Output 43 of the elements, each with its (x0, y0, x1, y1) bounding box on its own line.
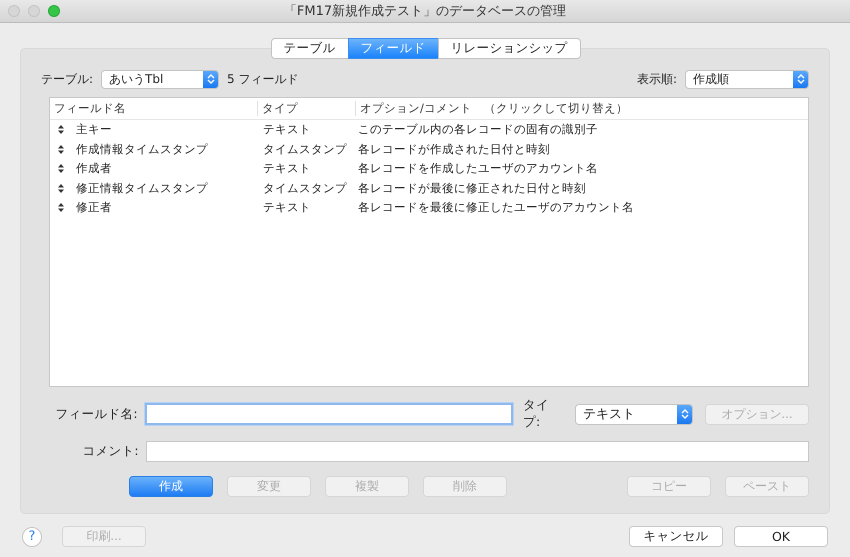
tab[interactable]: テーブル (270, 38, 348, 59)
table-label: テーブル: (41, 70, 94, 88)
field-name-label: フィールド名: (54, 406, 138, 422)
table-dropdown[interactable]: あいうTbl (101, 70, 220, 88)
table-cell: 作成者 (76, 161, 112, 176)
column-header[interactable]: オプション/コメント （クリックして切り替え） (356, 101, 808, 116)
footer-button[interactable]: OK (734, 526, 828, 547)
footer-button[interactable]: キャンセル (629, 526, 723, 547)
stepper-icon (677, 404, 692, 424)
window-title: 「FM17新規作成テスト」のデータベースの管理 (284, 3, 566, 20)
table-cell: 主キー (76, 122, 112, 138)
drag-handle-icon[interactable] (58, 164, 64, 174)
table-cell-text: このテーブル内の各レコードの固有の識別子 (357, 122, 599, 138)
table-cell: 作成情報タイムスタンプ (76, 142, 208, 157)
column-header[interactable]: タイプ (258, 101, 356, 116)
comment-label: コメント: (81, 443, 139, 460)
table-cell: 修正者 (76, 200, 112, 216)
drag-handle-icon[interactable] (58, 144, 64, 154)
sort-label: 表示順: (636, 70, 677, 88)
stepper-icon (203, 70, 218, 88)
field-name-input[interactable] (144, 403, 514, 425)
column-header[interactable]: フィールド名 (50, 101, 258, 116)
stepper-icon (793, 70, 808, 88)
table-cell-text: テキスト (262, 161, 312, 176)
tab[interactable]: リレーションシップ (438, 38, 580, 59)
field-count: 5 フィールド (227, 70, 298, 88)
comment-input[interactable] (146, 441, 809, 462)
table-cell-text: テキスト (262, 122, 312, 138)
table-cell-text: タイムスタンプ (262, 142, 348, 157)
help-button[interactable]: ? (22, 526, 42, 546)
table-cell-text: 各レコードを最後に修正したユーザのアカウント名 (357, 200, 635, 216)
table-cell-text: タイムスタンプ (262, 180, 348, 196)
type-label: タイプ: (523, 397, 550, 431)
drag-handle-icon[interactable] (58, 125, 64, 134)
drag-handle-icon[interactable] (58, 203, 64, 212)
table-cell-text: テキスト (262, 200, 312, 216)
drag-handle-icon[interactable] (58, 184, 64, 193)
table-cell-text: 各レコードを作成したユーザのアカウント名 (357, 161, 599, 176)
table-cell-text: 各レコードが作成された日付と時刻 (357, 142, 551, 157)
table-cell: 修正情報タイムスタンプ (76, 180, 208, 196)
sort-dropdown[interactable]: 作成順 (685, 70, 809, 88)
type-dropdown[interactable]: テキスト (574, 404, 693, 424)
table-cell-text: 各レコードが最後に修正された日付と時刻 (357, 180, 587, 196)
